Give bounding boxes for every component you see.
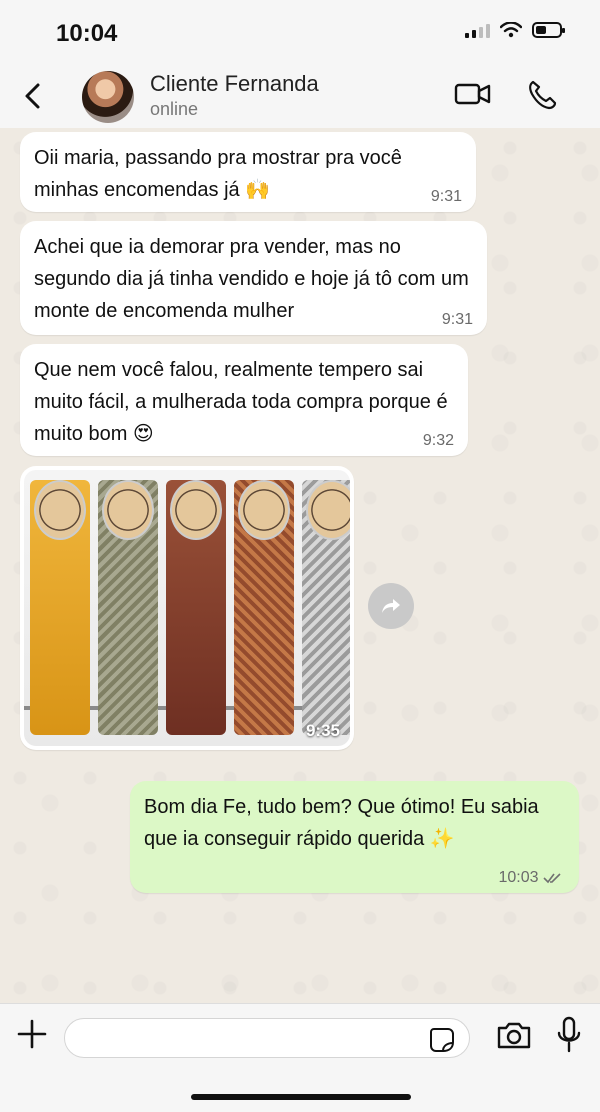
contact-status: online — [150, 99, 199, 119]
message-bubble-outgoing[interactable]: Bom dia Fe, tudo bem? Que ótimo! Eu sabi… — [130, 781, 579, 893]
message-bubble-incoming[interactable]: Achei que ia demorar pra vender, mas no … — [20, 221, 487, 335]
message-text: Achei que ia demorar pra vender, mas no … — [34, 236, 469, 322]
status-icons — [465, 22, 565, 38]
contact-avatar[interactable] — [82, 71, 134, 123]
home-indicator — [191, 1094, 411, 1100]
back-chevron-icon[interactable] — [18, 76, 48, 116]
image-message[interactable]: 9:35 — [20, 466, 354, 750]
contact-name[interactable]: Cliente Fernanda — [150, 71, 319, 97]
sticker-icon[interactable] — [428, 1026, 456, 1054]
message-text: Bom dia Fe, tudo bem? Que ótimo! Eu sabi… — [144, 796, 539, 850]
video-camera-icon[interactable] — [454, 80, 492, 108]
status-time: 10:04 — [56, 20, 118, 47]
message-time: 9:32 — [422, 432, 454, 449]
message-composer — [0, 1003, 600, 1112]
forward-button[interactable] — [368, 583, 414, 629]
message-time: 9:35 — [305, 721, 340, 740]
message-text: Que nem você falou, realmente tempero sa… — [34, 359, 448, 445]
camera-icon[interactable] — [496, 1020, 532, 1050]
message-bubble-incoming[interactable]: Que nem você falou, realmente tempero sa… — [20, 344, 468, 456]
battery-icon — [532, 22, 565, 38]
photo-spice-jars[interactable]: 9:35 — [24, 470, 350, 746]
message-input[interactable] — [64, 1018, 470, 1058]
plus-icon[interactable] — [16, 1018, 48, 1050]
message-time: 9:31 — [430, 188, 462, 205]
status-bar: 10:04 — [0, 0, 600, 64]
signal-icon — [465, 22, 490, 38]
message-text: Oii maria, passando pra mostrar pra você… — [34, 147, 402, 201]
phone-icon[interactable] — [526, 79, 558, 111]
message-bubble-incoming[interactable]: Oii maria, passando pra mostrar pra você… — [20, 132, 476, 212]
message-time: 9:31 — [441, 311, 473, 328]
message-time: 10:03 — [499, 869, 566, 887]
forward-icon — [382, 599, 400, 613]
chat-header: Cliente Fernanda online — [0, 64, 600, 129]
microphone-icon[interactable] — [556, 1016, 582, 1054]
chat-area: Oii maria, passando pra mostrar pra você… — [0, 128, 600, 1003]
wifi-icon — [500, 22, 522, 38]
double-check-icon — [543, 873, 561, 883]
